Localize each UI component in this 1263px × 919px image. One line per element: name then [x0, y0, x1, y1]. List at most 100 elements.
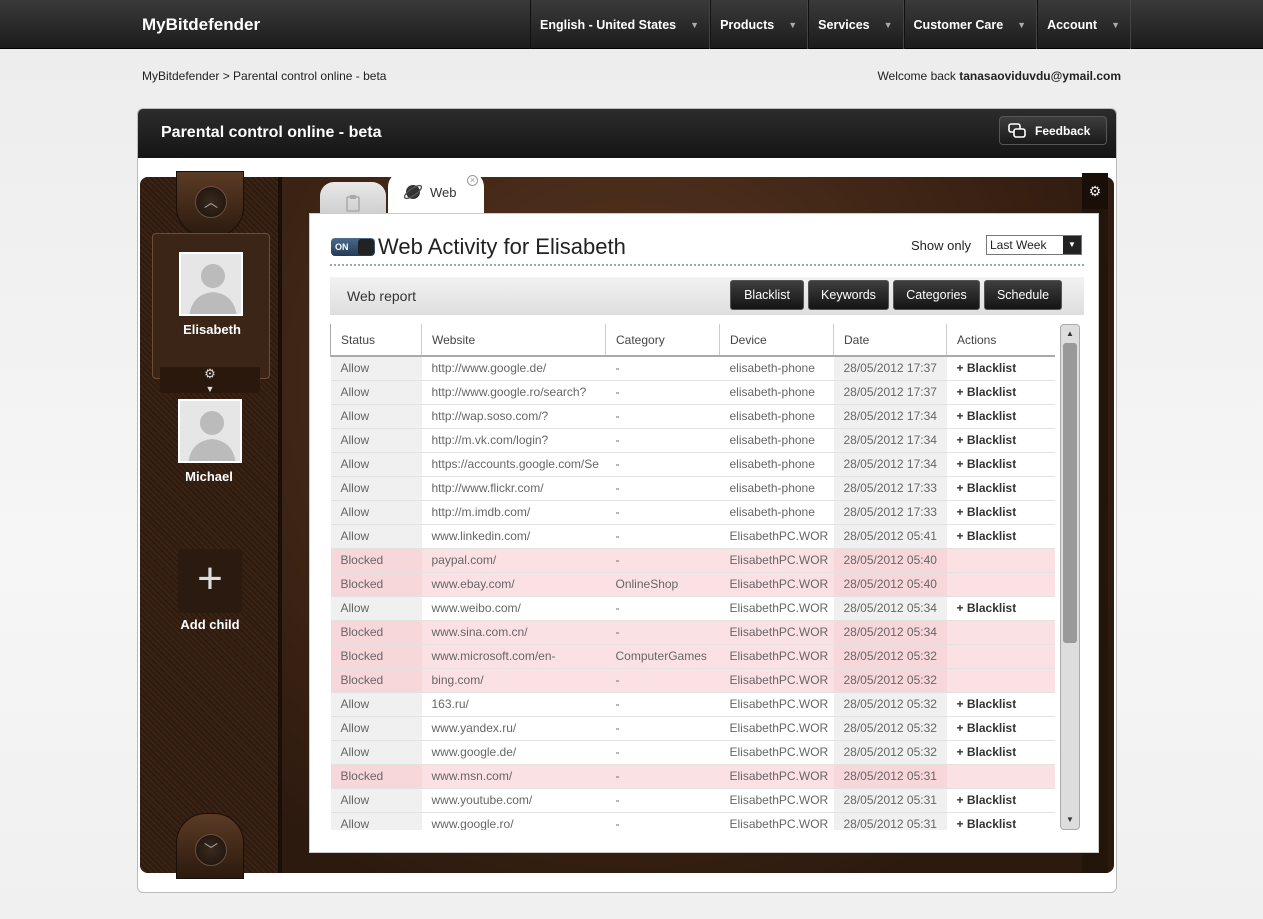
column-header[interactable]: Website — [421, 324, 606, 357]
column-header[interactable]: Device — [719, 324, 834, 357]
date-cell: 28/05/2012 05:40 — [833, 572, 947, 597]
category-cell: - — [605, 692, 720, 717]
date-cell: 28/05/2012 05:31 — [833, 812, 947, 830]
date-cell: 28/05/2012 17:34 — [833, 428, 947, 453]
blacklist-action[interactable]: + Blacklist — [946, 356, 1055, 381]
avatar-michael[interactable] — [178, 399, 242, 463]
toggle-knob — [358, 239, 374, 255]
schedule-button[interactable]: Schedule — [984, 280, 1062, 310]
blacklist-action[interactable]: + Blacklist — [946, 524, 1055, 549]
category-cell: - — [605, 500, 720, 525]
status-cell: Blocked — [330, 644, 422, 669]
nav-label: Services — [818, 17, 870, 32]
blacklist-action[interactable]: + Blacklist — [946, 812, 1055, 830]
tab-web[interactable]: Web × — [388, 171, 484, 213]
blacklist-action[interactable]: + Blacklist — [946, 716, 1055, 741]
tab-activity[interactable] — [320, 182, 386, 214]
date-cell: 28/05/2012 17:33 — [833, 500, 947, 525]
table-row: Allow www.youtube.com/- ElisabethPC.WOR 28/… — [330, 788, 1055, 813]
website-cell: www.msn.com/ — [421, 764, 606, 789]
column-header[interactable]: Date — [833, 324, 947, 357]
panel-content: ON Web Activity for Elisabeth Show only … — [326, 214, 1084, 854]
content-frame: ︿ Elisabeth ⚙▼ Michael + Add child ﹀ ⚙ — [140, 171, 1114, 879]
status-cell: Allow — [330, 524, 422, 549]
settings-gear-button[interactable]: ⚙ — [1082, 173, 1108, 209]
child-name: Elisabeth — [183, 322, 241, 337]
chevron-down-icon: ▼ — [1111, 19, 1120, 30]
nav-products[interactable]: Products ▼ — [710, 0, 809, 49]
table-row: Allow www.linkedin.com/- ElisabethPC.WOR 28… — [330, 524, 1055, 549]
show-only-label: Show only — [911, 238, 971, 253]
blacklist-button[interactable]: Blacklist — [730, 280, 804, 310]
blacklist-action[interactable]: + Blacklist — [946, 788, 1055, 813]
date-cell: 28/05/2012 05:41 — [833, 524, 947, 549]
blacklist-action[interactable]: + Blacklist — [946, 692, 1055, 717]
status-cell: Allow — [330, 716, 422, 741]
column-header[interactable]: Actions — [946, 324, 1055, 357]
blacklist-action[interactable]: + Blacklist — [946, 500, 1055, 525]
child-name-michael[interactable]: Michael — [150, 469, 268, 484]
scroll-up-button[interactable]: ︿ — [176, 171, 244, 237]
table-row: Allow http://m.vk.com/login? - elisabeth-ph… — [330, 428, 1055, 453]
chevron-down-icon: ▼ — [883, 19, 893, 30]
categories-button[interactable]: Categories — [893, 280, 980, 310]
breadcrumb[interactable]: MyBitdefender > Parental control online … — [142, 69, 386, 83]
add-child-label[interactable]: Add child — [140, 617, 280, 632]
scroll-down-button[interactable]: ﹀ — [176, 813, 244, 879]
category-cell: - — [605, 404, 720, 429]
close-icon[interactable]: × — [467, 175, 478, 186]
category-cell: - — [605, 788, 720, 813]
table-row: Allow www.weibo.com/- ElisabethPC.WOR 28/05… — [330, 596, 1055, 621]
blacklist-action — [946, 548, 1055, 573]
gear-icon: ⚙ — [204, 366, 216, 381]
feedback-button[interactable]: Feedback — [999, 116, 1107, 145]
website-cell: www.youtube.com/ — [421, 788, 606, 813]
nav-customer-care[interactable]: Customer Care ▼ — [903, 0, 1038, 49]
nav-account[interactable]: Account ▼ — [1037, 0, 1131, 49]
table-scrollbar[interactable]: ▲ ▼ — [1060, 324, 1080, 830]
category-cell: - — [605, 764, 720, 789]
keywords-button[interactable]: Keywords — [808, 280, 889, 310]
date-cell: 28/05/2012 17:37 — [833, 380, 947, 405]
brand-logo[interactable]: MyBitdefender — [142, 15, 260, 35]
nav-label: Customer Care — [913, 17, 1004, 32]
status-cell: Allow — [330, 404, 422, 429]
blacklist-action[interactable]: + Blacklist — [946, 404, 1055, 429]
scroll-thumb[interactable] — [1063, 343, 1077, 643]
blacklist-action[interactable]: + Blacklist — [946, 740, 1055, 765]
top-navigation-bar: MyBitdefender English - United States ▼ P… — [0, 0, 1263, 49]
nav-services[interactable]: Services ▼ — [808, 0, 904, 49]
period-select[interactable]: Last Week ▼ — [986, 235, 1082, 255]
blacklist-action[interactable]: + Blacklist — [946, 476, 1055, 501]
device-cell: elisabeth-phone — [719, 380, 834, 405]
status-cell: Blocked — [330, 572, 422, 597]
blacklist-action[interactable]: + Blacklist — [946, 452, 1055, 477]
category-cell: - — [605, 452, 720, 477]
status-cell: Blocked — [330, 764, 422, 789]
scroll-down-arrow-icon[interactable]: ▼ — [1063, 813, 1077, 827]
device-cell: ElisabethPC.WOR — [719, 620, 834, 645]
blacklist-action[interactable]: + Blacklist — [946, 428, 1055, 453]
activity-toggle[interactable]: ON — [331, 238, 375, 256]
blacklist-action[interactable]: + Blacklist — [946, 596, 1055, 621]
child-card-elisabeth[interactable]: Elisabeth — [152, 233, 270, 379]
child-settings-button[interactable]: ⚙ ▼ — [160, 366, 260, 394]
table-row: Allow www.google.de/- ElisabethPC.WOR 28/05… — [330, 740, 1055, 765]
device-cell: ElisabethPC.WOR — [719, 740, 834, 765]
column-header[interactable]: Category — [605, 324, 720, 357]
status-cell: Allow — [330, 740, 422, 765]
nav-language[interactable]: English - United States ▼ — [530, 0, 711, 49]
nav-label: English - United States — [540, 17, 677, 32]
date-cell: 28/05/2012 05:31 — [833, 764, 947, 789]
caret-down-icon: ▼ — [205, 384, 215, 394]
date-cell: 28/05/2012 05:31 — [833, 788, 947, 813]
device-cell: elisabeth-phone — [719, 404, 834, 429]
date-cell: 28/05/2012 17:33 — [833, 476, 947, 501]
parental-control-window: Parental control online - beta Feedback … — [137, 108, 1117, 893]
blacklist-action[interactable]: + Blacklist — [946, 380, 1055, 405]
device-cell: ElisabethPC.WOR — [719, 596, 834, 621]
add-child-button[interactable]: + — [178, 549, 242, 613]
scroll-up-arrow-icon[interactable]: ▲ — [1063, 327, 1077, 341]
column-header[interactable]: Status — [330, 324, 422, 357]
device-cell: elisabeth-phone — [719, 452, 834, 477]
